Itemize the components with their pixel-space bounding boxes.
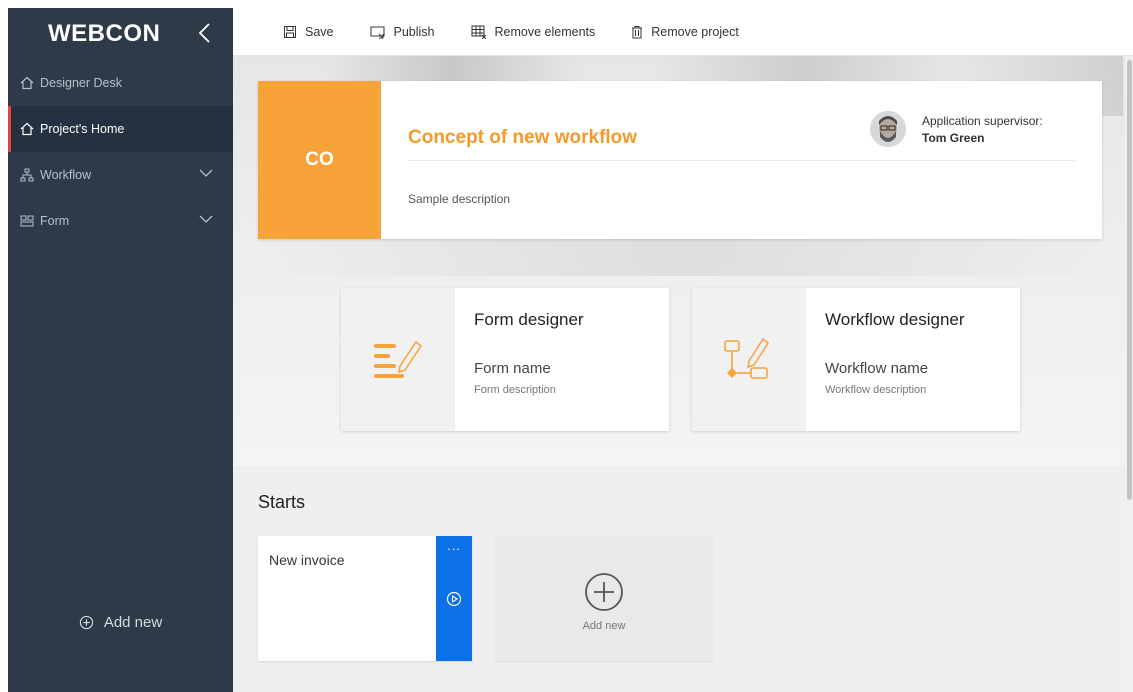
toolbar: Save Publish Remove elements Remove proj… xyxy=(233,8,1133,56)
start-item-new-invoice[interactable]: New invoice ... xyxy=(258,536,472,661)
chevron-down-icon[interactable] xyxy=(199,214,213,224)
sidebar-item-workflow[interactable]: Workflow xyxy=(8,152,233,198)
sidebar-item-projects-home[interactable]: Project's Home xyxy=(8,106,233,152)
tile-description: Workflow description xyxy=(825,384,927,396)
more-options-icon[interactable]: ... xyxy=(436,538,472,553)
remove-elements-label: Remove elements xyxy=(494,24,596,39)
save-label: Save xyxy=(305,24,334,39)
tile-name: Form name xyxy=(474,360,551,377)
save-icon xyxy=(284,25,296,38)
top-margin xyxy=(0,0,1133,8)
publish-label: Publish xyxy=(393,24,435,39)
tile-title: Workflow designer xyxy=(825,310,965,329)
project-description: Sample description xyxy=(408,192,511,206)
workflow-edit-icon xyxy=(724,337,769,379)
project-card: CO Concept of new workflow Sample descri… xyxy=(258,81,1102,239)
app-window: WEBCON Designer Desk Project's Home Work… xyxy=(0,0,1133,692)
supervisor-info: Application supervisor: Tom Green xyxy=(922,114,1043,145)
avatar[interactable] xyxy=(870,111,906,147)
start-item-actions: ... xyxy=(436,536,472,661)
project-title: Concept of new workflow xyxy=(408,127,638,148)
starts-title: Starts xyxy=(258,492,306,512)
remove-elements-button[interactable]: Remove elements xyxy=(471,24,596,39)
plus-circle-icon xyxy=(79,615,93,630)
chevron-down-icon[interactable] xyxy=(199,168,213,178)
home-icon xyxy=(20,76,34,90)
tile-name: Workflow name xyxy=(825,360,929,377)
form-edit-icon xyxy=(374,340,423,378)
play-circle-icon[interactable] xyxy=(446,591,462,607)
sidebar-item-label: Workflow xyxy=(40,168,92,182)
add-new-start-button[interactable]: Add new xyxy=(496,536,712,661)
supervisor-label: Application supervisor: xyxy=(922,113,1043,128)
remove-project-button[interactable]: Remove project xyxy=(631,25,739,39)
form-icon xyxy=(20,215,34,227)
application-supervisor: Application supervisor: Tom Green xyxy=(870,111,1043,147)
sidebar-add-new-button[interactable]: Add new xyxy=(8,614,233,631)
workflow-designer-icon-box xyxy=(692,288,806,431)
supervisor-name[interactable]: Tom Green xyxy=(922,131,1043,145)
add-new-label: Add new xyxy=(103,614,163,631)
tile-description: Form description xyxy=(474,384,556,396)
tile-title: Form designer xyxy=(474,310,584,329)
collapse-sidebar-icon[interactable] xyxy=(195,22,215,44)
trash-icon xyxy=(632,25,643,38)
project-badge: CO xyxy=(258,81,381,239)
left-margin xyxy=(0,0,8,692)
home-icon xyxy=(20,122,34,136)
grid-remove-icon xyxy=(471,25,486,39)
plus-circle-icon xyxy=(585,573,623,611)
sidebar-item-form[interactable]: Form xyxy=(8,198,233,244)
form-designer-icon-box xyxy=(341,288,455,431)
scrollbar-thumb[interactable] xyxy=(1127,60,1132,500)
remove-project-label: Remove project xyxy=(651,24,739,39)
sidebar-item-designer-desk[interactable]: Designer Desk xyxy=(8,60,233,106)
start-item-label: New invoice xyxy=(269,552,345,568)
divider xyxy=(408,160,1076,161)
save-button[interactable]: Save xyxy=(283,25,334,39)
main-content: CO Concept of new workflow Sample descri… xyxy=(233,56,1125,692)
workflow-designer-tile[interactable]: Workflow designer Workflow name Workflow… xyxy=(692,288,1020,431)
background-photo xyxy=(253,236,1113,276)
form-designer-tile[interactable]: Form designer Form name Form description xyxy=(341,288,669,431)
sidebar-item-label: Designer Desk xyxy=(40,76,122,90)
workflow-icon xyxy=(20,168,34,182)
sidebar: WEBCON Designer Desk Project's Home Work… xyxy=(8,8,233,692)
sidebar-header: WEBCON xyxy=(8,8,233,60)
sidebar-item-label: Project's Home xyxy=(40,122,125,136)
sidebar-item-label: Form xyxy=(40,214,70,228)
starts-section: Starts New invoice ... Add new xyxy=(233,466,1125,692)
add-new-label: Add new xyxy=(582,620,626,632)
webcon-logo[interactable]: WEBCON xyxy=(48,20,160,48)
publish-icon xyxy=(370,26,384,38)
publish-button[interactable]: Publish xyxy=(370,25,435,39)
